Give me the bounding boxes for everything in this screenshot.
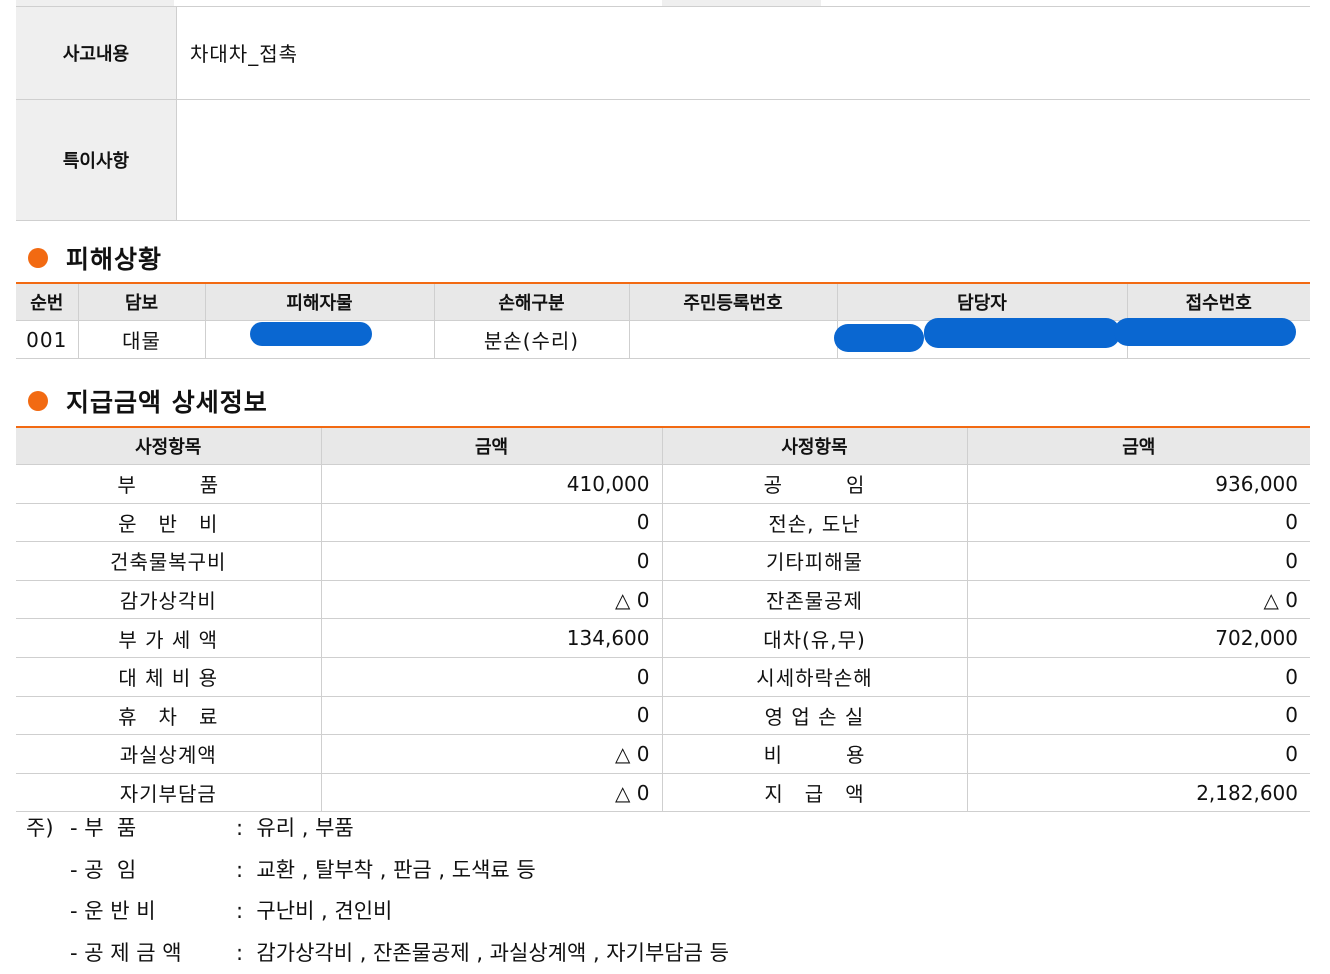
accident-content-value: 차대차_접촉 — [177, 7, 1311, 99]
item-label: 시세하락손해 — [662, 657, 967, 696]
payment-row: 휴 차 료0영 업 손 실0 — [16, 696, 1310, 735]
item-label: 대차(유,무) — [662, 619, 967, 658]
item-label: 지 급 액 — [662, 773, 967, 812]
payment-header-row: 사정항목 금액 사정항목 금액 — [16, 427, 1310, 465]
orange-bullet-icon — [28, 248, 48, 268]
item-amount: 0 — [967, 657, 1310, 696]
item-label: 전손, 도난 — [662, 503, 967, 542]
item-label: 운 반 비 — [16, 503, 321, 542]
item-amount: 0 — [321, 657, 662, 696]
damage-section-title: 피해상황 — [16, 240, 162, 276]
payment-row: 감가상각비△ 0잔존물공제△ 0 — [16, 580, 1310, 619]
payment-section-title: 지급금액 상세정보 — [16, 383, 268, 419]
col-seq: 순번 — [16, 283, 78, 321]
item-amount: △ 0 — [321, 773, 662, 812]
accident-info-table: 사고내용 차대차_접촉 특이사항 — [16, 7, 1310, 221]
orange-bullet-icon — [28, 391, 48, 411]
payment-row: 부 가 세 액134,600대차(유,무)702,000 — [16, 619, 1310, 658]
item-label: 감가상각비 — [16, 580, 321, 619]
item-amount: △ 0 — [321, 580, 662, 619]
item-amount: 0 — [967, 503, 1310, 542]
special-notes-value — [177, 99, 1311, 220]
col-loss-type: 손해구분 — [434, 283, 629, 321]
item-amount: 0 — [967, 735, 1310, 774]
cell-seq: 001 — [16, 321, 78, 359]
cell-loss-type: 분손(수리) — [434, 321, 629, 359]
payment-detail-table: 사정항목 금액 사정항목 금액 부 품410,000공 임936,000 운 반… — [16, 426, 1310, 812]
col-amount-right: 금액 — [967, 427, 1310, 465]
item-label: 대 체 비 용 — [16, 657, 321, 696]
item-label: 부 품 — [16, 465, 321, 504]
redaction-mark — [834, 324, 924, 352]
payment-row: 운 반 비0전손, 도난0 — [16, 503, 1310, 542]
item-amount: 702,000 — [967, 619, 1310, 658]
redaction-mark — [250, 322, 372, 346]
damage-header-row: 순번 담보 피해자물 손해구분 주민등록번호 담당자 접수번호 — [16, 283, 1310, 321]
cell-coverage: 대물 — [78, 321, 205, 359]
item-amount: 0 — [321, 542, 662, 581]
item-amount: 134,600 — [321, 619, 662, 658]
payment-row: 자기부담금△ 0지 급 액2,182,600 — [16, 773, 1310, 812]
item-amount: 2,182,600 — [967, 773, 1310, 812]
item-amount: △ 0 — [321, 735, 662, 774]
damage-table: 순번 담보 피해자물 손해구분 주민등록번호 담당자 접수번호 001 대물 분… — [16, 282, 1310, 359]
item-amount: 0 — [967, 542, 1310, 581]
payment-row: 건축물복구비0기타피해물0 — [16, 542, 1310, 581]
col-amount-left: 금액 — [321, 427, 662, 465]
footnote-line: 주)- 부 품: 유리 , 부품 — [26, 808, 729, 850]
item-label: 기타피해물 — [662, 542, 967, 581]
item-label: 잔존물공제 — [662, 580, 967, 619]
col-victim: 피해자물 — [205, 283, 434, 321]
top-table-stub — [16, 0, 1310, 7]
item-amount: 410,000 — [321, 465, 662, 504]
redaction-mark — [924, 318, 1120, 348]
footnote-line: - 공 임: 교환 , 탈부착 , 판금 , 도색료 등 — [26, 850, 729, 892]
item-label: 부 가 세 액 — [16, 619, 321, 658]
accident-content-label: 사고내용 — [16, 7, 177, 99]
footnote-line: - 공 제 금 액: 감가상각비 , 잔존물공제 , 과실상계액 , 자기부담금… — [26, 933, 729, 974]
item-label: 과실상계액 — [16, 735, 321, 774]
item-amount: 936,000 — [967, 465, 1310, 504]
col-item-right: 사정항목 — [662, 427, 967, 465]
item-amount: △ 0 — [967, 580, 1310, 619]
item-label: 비 용 — [662, 735, 967, 774]
item-amount: 0 — [321, 503, 662, 542]
col-receipt-number: 접수번호 — [1127, 283, 1310, 321]
item-label: 건축물복구비 — [16, 542, 321, 581]
col-manager: 담당자 — [837, 283, 1127, 321]
cell-resident-number — [629, 321, 837, 359]
footnotes: 주)- 부 품: 유리 , 부품 - 공 임: 교환 , 탈부착 , 판금 , … — [26, 808, 729, 974]
col-item-left: 사정항목 — [16, 427, 321, 465]
item-label: 휴 차 료 — [16, 696, 321, 735]
payment-row: 부 품410,000공 임936,000 — [16, 465, 1310, 504]
item-amount: 0 — [321, 696, 662, 735]
footnote-line: - 운 반 비: 구난비 , 견인비 — [26, 891, 729, 933]
special-notes-label: 특이사항 — [16, 99, 177, 220]
item-amount: 0 — [967, 696, 1310, 735]
item-label: 영 업 손 실 — [662, 696, 967, 735]
col-resident-number: 주민등록번호 — [629, 283, 837, 321]
col-coverage: 담보 — [78, 283, 205, 321]
redaction-mark — [1114, 318, 1296, 346]
item-label: 공 임 — [662, 465, 967, 504]
payment-row: 대 체 비 용0시세하락손해0 — [16, 657, 1310, 696]
payment-row: 과실상계액△ 0비 용0 — [16, 735, 1310, 774]
item-label: 자기부담금 — [16, 773, 321, 812]
